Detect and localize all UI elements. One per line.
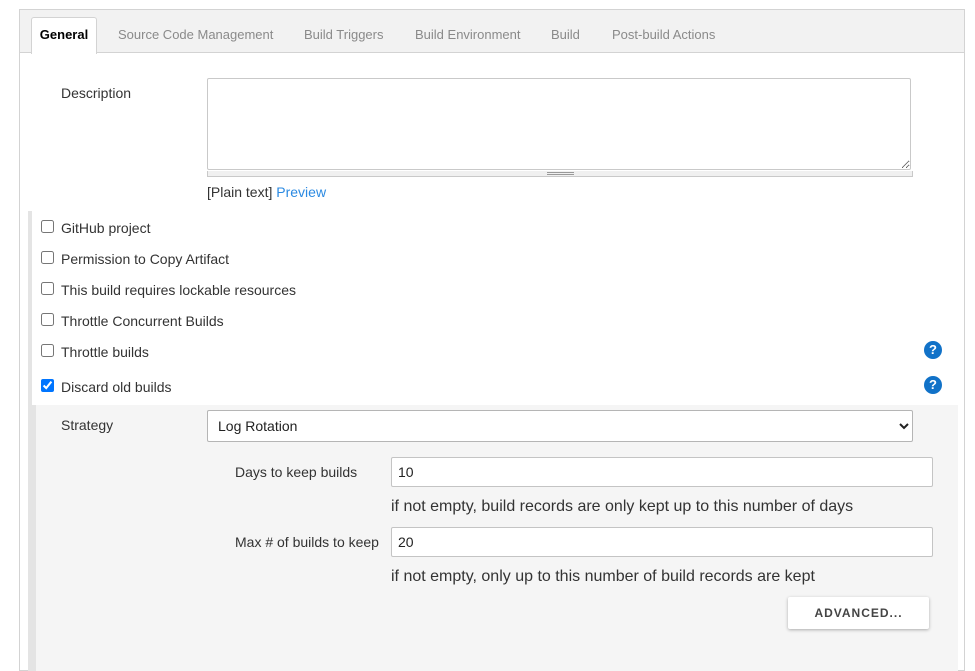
- plain-text-label: [Plain text]: [207, 184, 273, 200]
- days-to-keep-input[interactable]: [391, 457, 933, 487]
- throttle-builds-checkbox[interactable]: [41, 344, 54, 357]
- tab-post-build-actions[interactable]: Post-build Actions: [612, 16, 715, 52]
- max-builds-label: Max # of builds to keep: [235, 534, 379, 550]
- discard-old-builds-checkbox[interactable]: [41, 379, 54, 392]
- throttle-concurrent-builds-checkbox[interactable]: [41, 313, 54, 326]
- permission-copy-artifact-checkbox[interactable]: [41, 251, 54, 264]
- tab-build-triggers[interactable]: Build Triggers: [304, 16, 383, 52]
- tab-build[interactable]: Build: [551, 16, 580, 52]
- preview-link[interactable]: Preview: [276, 184, 326, 200]
- config-tab-bar: General Source Code Management Build Tri…: [20, 10, 964, 54]
- github-project-label: GitHub project: [61, 220, 151, 236]
- textarea-resize-handle[interactable]: [207, 171, 913, 177]
- tab-source-code-management[interactable]: Source Code Management: [118, 16, 273, 52]
- github-project-checkbox[interactable]: [41, 220, 54, 233]
- strategy-select[interactable]: Log Rotation: [207, 410, 913, 442]
- tab-build-environment[interactable]: Build Environment: [415, 16, 521, 52]
- max-builds-hint: if not empty, only up to this number of …: [391, 568, 815, 585]
- description-format-note: [Plain text] Preview: [207, 184, 326, 200]
- discard-old-builds-help-icon[interactable]: ?: [924, 376, 942, 394]
- permission-copy-artifact-label: Permission to Copy Artifact: [61, 251, 230, 267]
- description-textarea[interactable]: [207, 78, 911, 170]
- strategy-label: Strategy: [61, 417, 114, 433]
- days-to-keep-label: Days to keep builds: [235, 464, 358, 480]
- lockable-resources-label: This build requires lockable resources: [61, 282, 296, 298]
- advanced-button[interactable]: ADVANCED...: [788, 597, 929, 629]
- grip-icon: [547, 172, 574, 175]
- throttle-builds-label: Throttle builds: [61, 344, 149, 360]
- throttle-concurrent-builds-label: Throttle Concurrent Builds: [61, 313, 224, 329]
- description-label: Description: [61, 85, 132, 101]
- lockable-resources-checkbox[interactable]: [41, 282, 54, 295]
- tab-general[interactable]: General: [31, 17, 97, 54]
- throttle-builds-help-icon[interactable]: ?: [924, 341, 942, 359]
- days-to-keep-hint: if not empty, build records are only kep…: [391, 498, 854, 515]
- discard-old-builds-label: Discard old builds: [61, 379, 172, 395]
- max-builds-input[interactable]: [391, 527, 933, 557]
- job-config-panel: General Source Code Management Build Tri…: [19, 9, 965, 671]
